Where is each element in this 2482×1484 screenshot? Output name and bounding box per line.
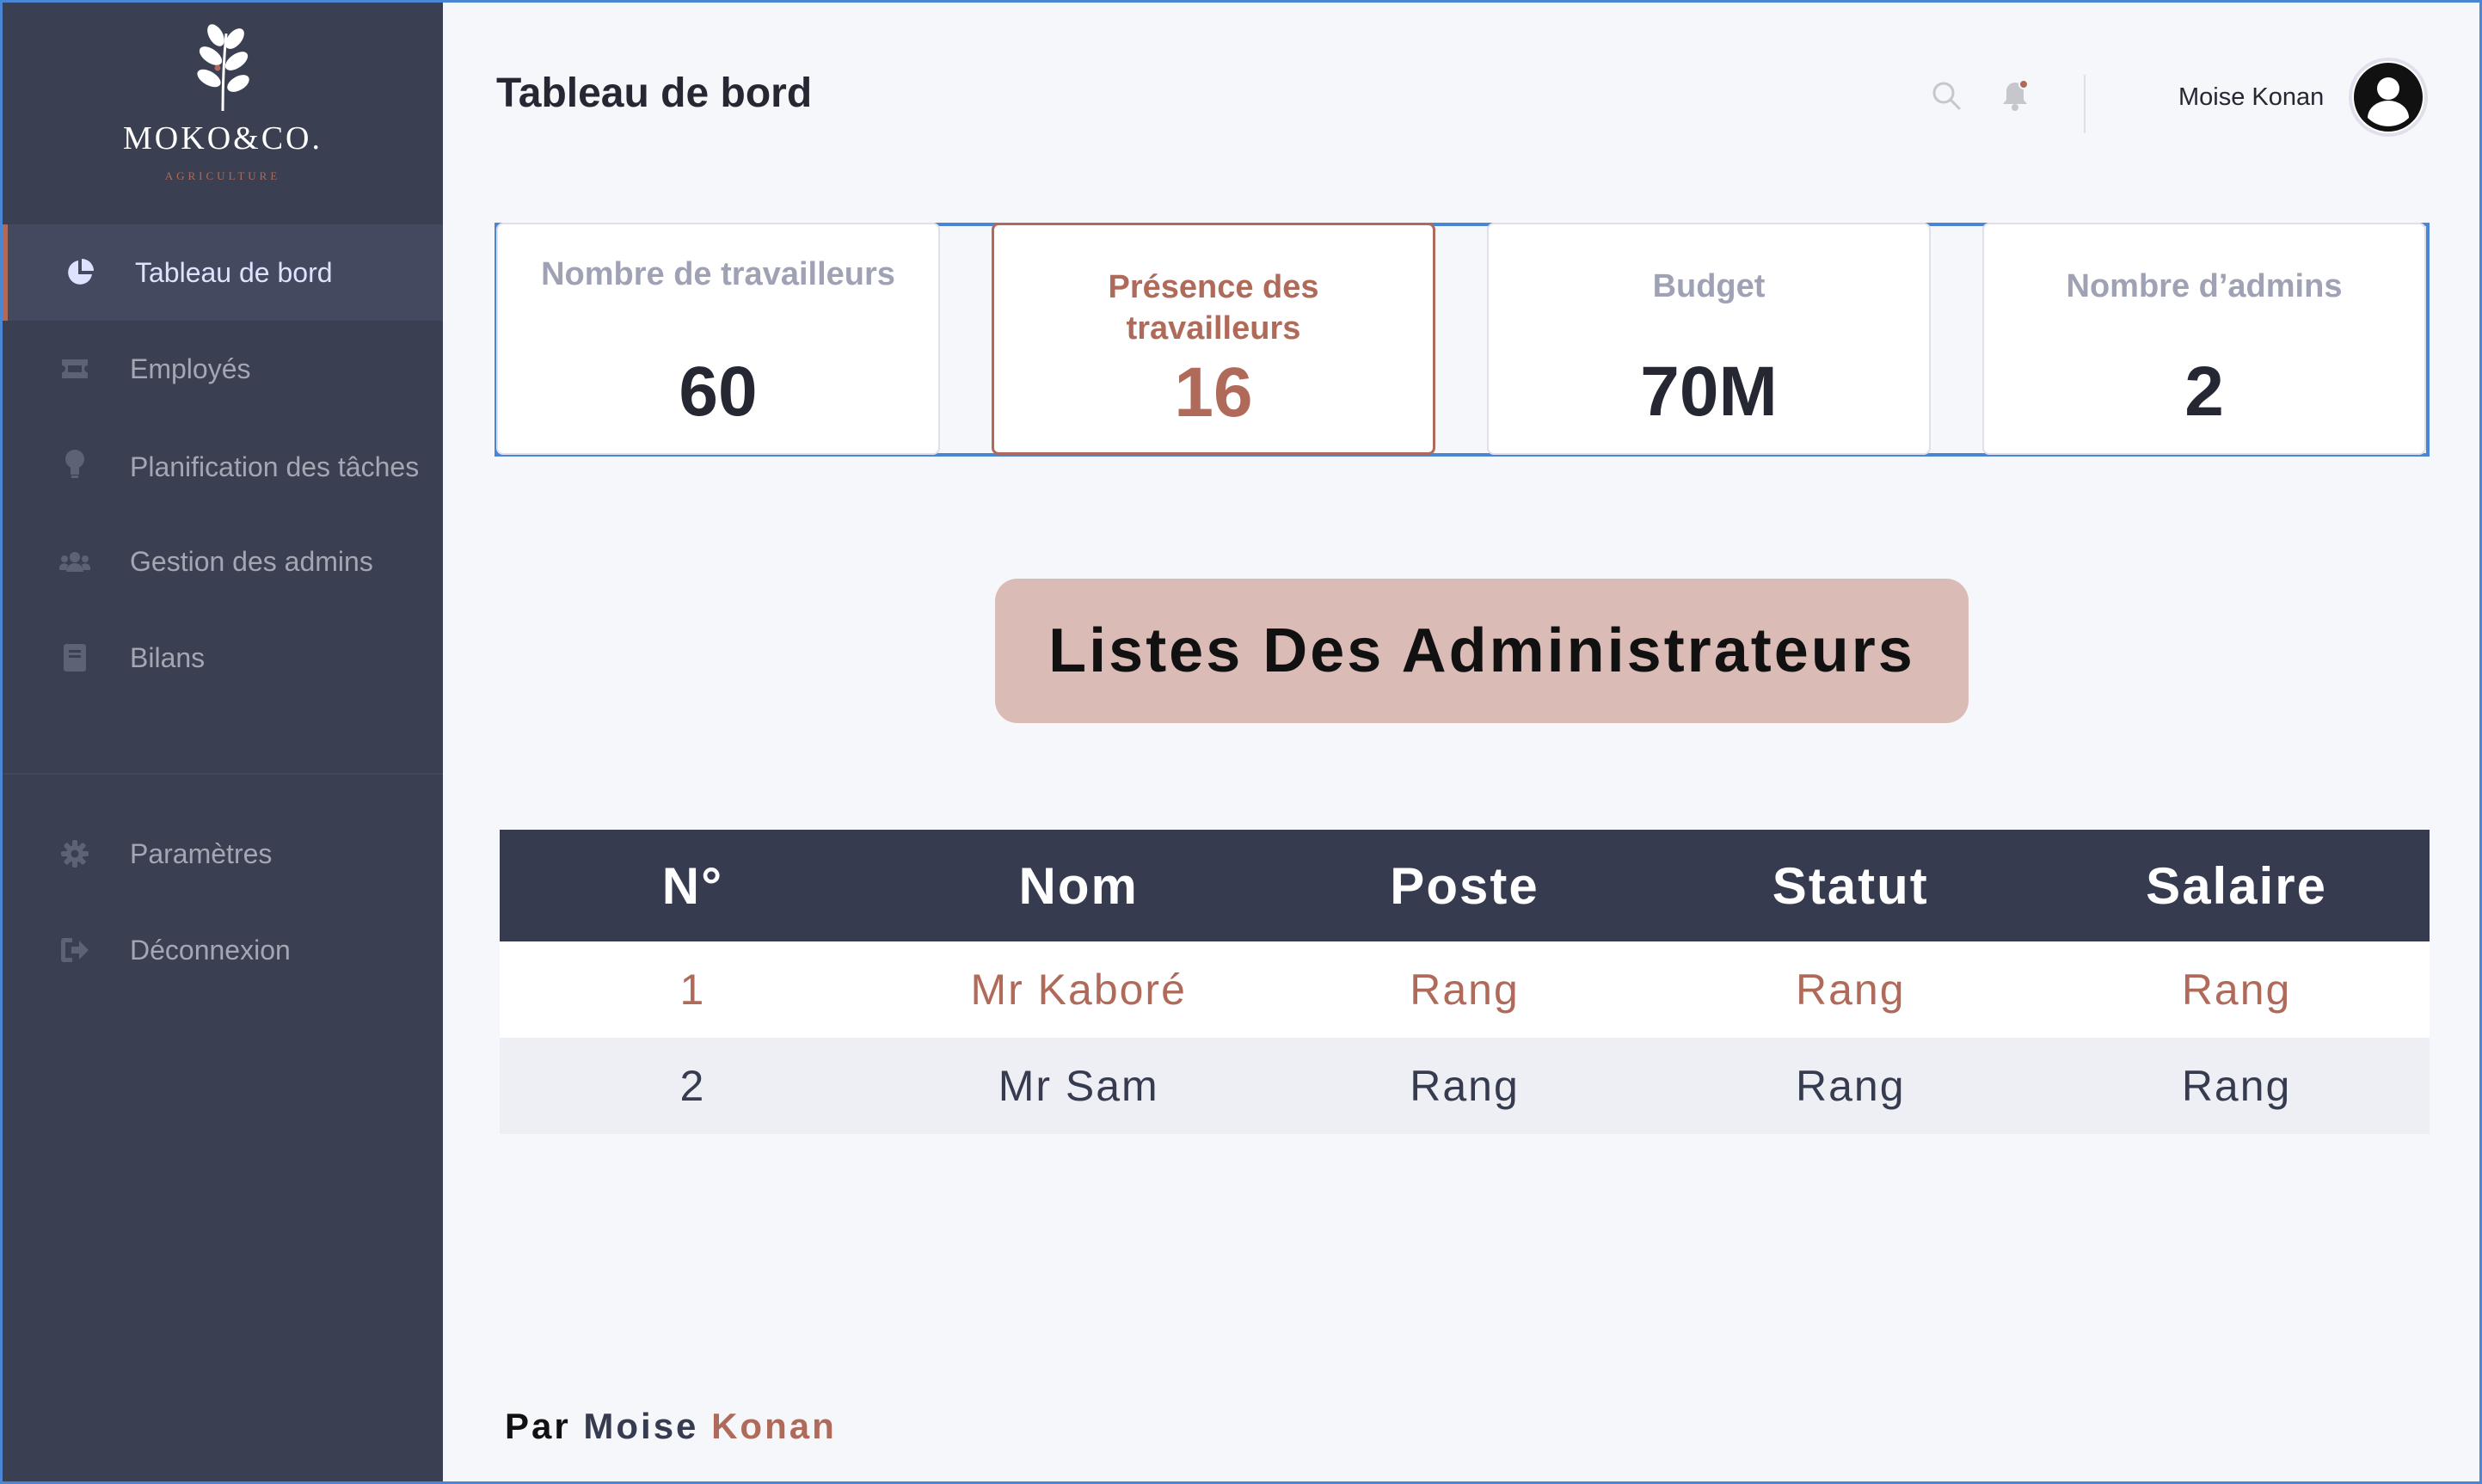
stat-label: Nombre d’admins (2066, 268, 2343, 304)
sidebar-item-label: Gestion des admins (130, 546, 373, 577)
header-divider (2084, 75, 2086, 133)
table-cell: 1 (679, 966, 706, 1014)
footer-credit: Par Moise Konan (505, 1406, 837, 1447)
user-name[interactable]: Moise Konan (2178, 83, 2324, 112)
table-row[interactable]: 2 Mr Sam Rang Rang Rang (500, 1038, 2430, 1134)
page-title: Tableau de bord (496, 71, 813, 116)
avatar-icon[interactable] (2349, 58, 2428, 137)
logout-icon (59, 935, 90, 966)
ticket-icon (59, 353, 90, 384)
sidebar-item-bilans[interactable]: Bilans (3, 610, 443, 706)
stat-label: Nombre de travailleurs (541, 256, 895, 292)
table-cell: Rang (1796, 1062, 1906, 1110)
sidebar-item-parametres[interactable]: Paramètres (3, 806, 443, 902)
admins-table: N° Nom Poste Statut Salaire 1 Mr Kaboré … (500, 830, 2430, 1134)
book-icon (59, 642, 90, 673)
pie-chart-icon (65, 257, 95, 288)
sidebar-item-deconnexion[interactable]: Déconnexion (3, 902, 443, 998)
sidebar-item-label: Planification des tâches (130, 451, 420, 482)
column-header[interactable]: Nom (886, 830, 1272, 941)
stat-card-budget[interactable]: Budget 70M (1487, 223, 1931, 455)
sidebar-item-employes[interactable]: Employés (3, 321, 443, 417)
stat-label: Budget (1652, 268, 1766, 304)
table-cell: Rang (2181, 966, 2292, 1014)
footer-last-name: Konan (711, 1406, 837, 1446)
sidebar: MOKO&CO. AGRICULTURE Tableau de bord Emp… (3, 3, 443, 1481)
table-cell: Mr Kaboré (970, 966, 1187, 1014)
sidebar-item-planification[interactable]: Planification des tâches (3, 419, 443, 515)
sidebar-item-label: Tableau de bord (135, 257, 333, 288)
table-cell: 2 (679, 1062, 706, 1110)
sidebar-item-label: Bilans (130, 642, 206, 673)
footer-first-name: Moise (583, 1406, 699, 1446)
stat-card-presence[interactable]: Présence des travailleurs 16 (992, 223, 1435, 455)
sidebar-divider (3, 773, 443, 775)
table-cell: Rang (1410, 1062, 1520, 1110)
search-icon[interactable] (1929, 78, 1963, 113)
stat-value: 60 (679, 353, 758, 431)
brand-name: MOKO&CO. (123, 120, 323, 156)
column-header[interactable]: Poste (1272, 830, 1658, 941)
bell-icon[interactable] (1998, 78, 2032, 113)
sidebar-item-label: Paramètres (130, 838, 273, 869)
footer-prefix: Par (505, 1406, 571, 1446)
stat-label: Présence des travailleurs (1108, 269, 1319, 346)
column-header[interactable]: Statut (1657, 830, 2043, 941)
brand-tagline: AGRICULTURE (164, 169, 281, 182)
stat-card-admins[interactable]: Nombre d’admins 2 (1982, 223, 2426, 455)
stat-card-travailleurs[interactable]: Nombre de travailleurs 60 (496, 223, 940, 455)
stat-value: 16 (1174, 353, 1253, 432)
lightbulb-icon (59, 448, 90, 479)
table-row[interactable]: 1 Mr Kaboré Rang Rang Rang (500, 941, 2430, 1038)
table-cell: Rang (1410, 966, 1520, 1014)
column-header[interactable]: Salaire (2043, 830, 2430, 941)
gear-icon (59, 838, 90, 869)
section-title: Listes Des Administrateurs (995, 579, 1969, 723)
users-icon (59, 546, 90, 577)
table-cell: Rang (2181, 1062, 2292, 1110)
table-cell: Rang (1796, 966, 1906, 1014)
sidebar-item-label: Déconnexion (130, 935, 291, 966)
brand-logo[interactable]: MOKO&CO. AGRICULTURE (3, 18, 443, 190)
sidebar-item-gestion-admins[interactable]: Gestion des admins (3, 513, 443, 610)
leaf-branch-icon (197, 24, 249, 112)
sidebar-item-tableau-de-bord[interactable]: Tableau de bord (3, 224, 443, 321)
sidebar-item-label: Employés (130, 353, 251, 384)
stat-value: 2 (2184, 353, 2224, 431)
app-frame: MOKO&CO. AGRICULTURE Tableau de bord Emp… (0, 0, 2482, 1484)
stat-value: 70M (1640, 353, 1778, 431)
column-header[interactable]: N° (500, 830, 886, 941)
table-cell: Mr Sam (998, 1062, 1159, 1110)
table-header-row: N° Nom Poste Statut Salaire (500, 830, 2430, 941)
